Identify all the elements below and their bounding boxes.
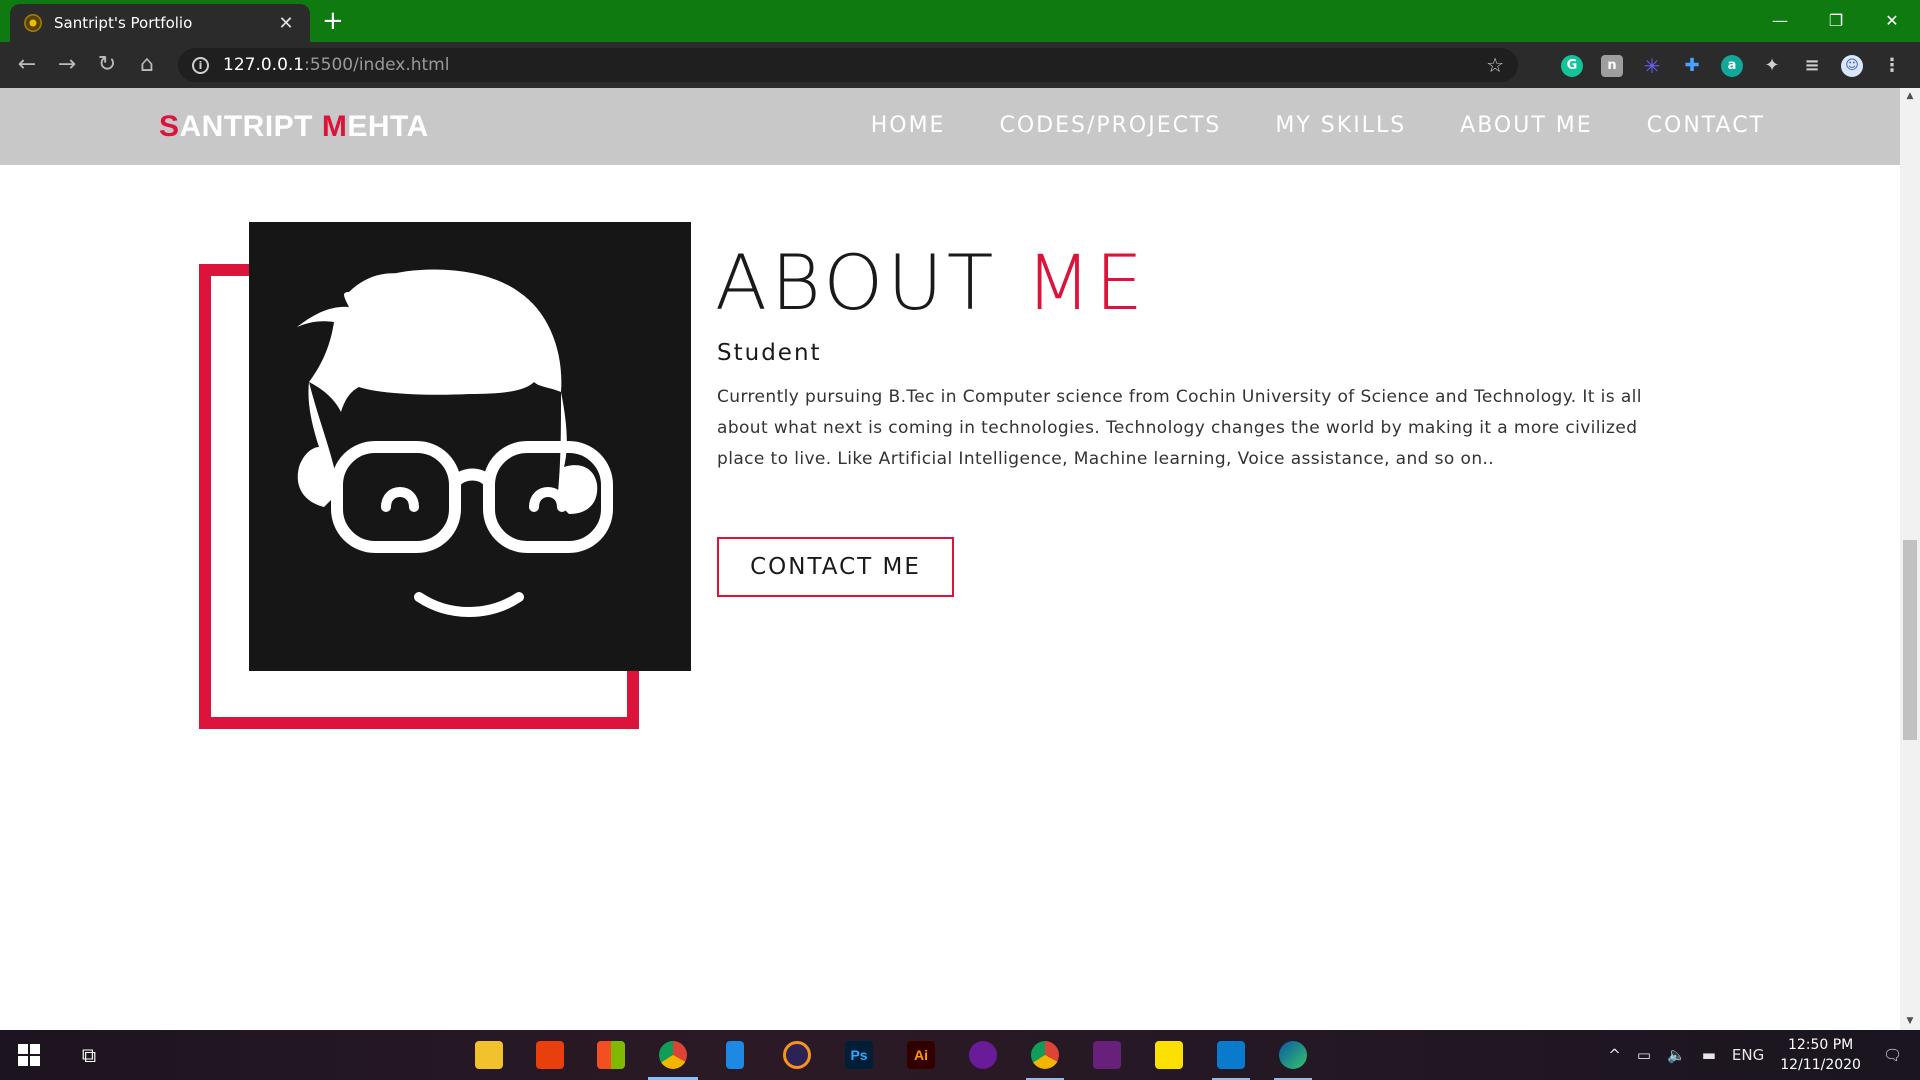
menu-item-my-skills[interactable]: MY SKILLS bbox=[1275, 113, 1406, 138]
brand-last-rest: EHTA bbox=[347, 110, 429, 143]
taskbar-illustrator[interactable]: Ai bbox=[892, 1030, 950, 1080]
clock-date: 12/11/2020 bbox=[1780, 1057, 1861, 1073]
clock[interactable]: 12:50 PM 12/11/2020 bbox=[1780, 1035, 1861, 1075]
brand-first-rest: ANTRIPT bbox=[179, 110, 322, 143]
browser-tab-strip: Santript's Portfolio ✕ + — ❐ ✕ bbox=[0, 0, 1920, 42]
task-view-icon: ⧉ bbox=[81, 1043, 97, 1067]
scroll-up-arrow-icon[interactable]: ▲ bbox=[1900, 88, 1920, 105]
photoshop-icon: Ps bbox=[845, 1041, 873, 1069]
reload-icon[interactable]: ↻ bbox=[94, 52, 120, 78]
role-subtitle: Student bbox=[717, 340, 822, 366]
taskbar-eclipse[interactable] bbox=[768, 1030, 826, 1080]
clock-time: 12:50 PM bbox=[1787, 1037, 1854, 1053]
sparkle-extension-icon[interactable]: ✳ bbox=[1641, 55, 1663, 77]
taskbar-visual-studio[interactable] bbox=[1078, 1030, 1136, 1080]
close-tab-icon[interactable]: ✕ bbox=[276, 13, 296, 34]
start-button[interactable] bbox=[0, 1030, 58, 1080]
minimize-button[interactable]: — bbox=[1752, 0, 1808, 40]
taskbar-vscode[interactable] bbox=[1202, 1030, 1260, 1080]
office-icon bbox=[536, 1041, 564, 1069]
vscode-icon bbox=[1217, 1041, 1245, 1069]
brand-initial-last: M bbox=[321, 110, 348, 143]
about-heading-accent: ME bbox=[1025, 238, 1148, 327]
site-brand[interactable]: SANTRIPT MEHTA bbox=[159, 110, 429, 144]
site-info-icon[interactable]: i bbox=[192, 56, 209, 74]
phone-icon bbox=[726, 1041, 744, 1069]
gamepad-extension-icon[interactable]: ✚ bbox=[1681, 55, 1703, 77]
site-navbar: SANTRIPT MEHTA HOME CODES/PROJECTS MY SK… bbox=[0, 88, 1900, 165]
bookmark-star-icon[interactable]: ☆ bbox=[1486, 53, 1504, 77]
cartoon-face-icon bbox=[297, 269, 613, 617]
brand-initial-first: S bbox=[159, 110, 180, 143]
taskbar-office[interactable] bbox=[521, 1030, 579, 1080]
taskbar-file-explorer[interactable] bbox=[460, 1030, 518, 1080]
extension-icon[interactable]: n bbox=[1601, 55, 1623, 77]
store-icon bbox=[597, 1041, 625, 1069]
podcast-icon bbox=[969, 1041, 997, 1069]
menu-item-about-me[interactable]: ABOUT ME bbox=[1460, 113, 1593, 138]
restore-button[interactable]: ❐ bbox=[1808, 0, 1864, 40]
notifications-icon[interactable]: 🗨 bbox=[1883, 1046, 1902, 1064]
profile-avatar[interactable]: ☺ bbox=[1841, 55, 1863, 77]
menu-item-contact[interactable]: CONTACT bbox=[1647, 113, 1765, 138]
battery-icon[interactable]: ▬ bbox=[1702, 1046, 1716, 1064]
amazon-extension-icon[interactable]: a bbox=[1721, 55, 1743, 77]
about-heading: ABOUT ME bbox=[715, 238, 1147, 327]
back-arrow-icon[interactable]: ← bbox=[14, 52, 40, 78]
taskbar-sticky-notes[interactable] bbox=[1140, 1030, 1198, 1080]
profile-avatar-illustration bbox=[249, 222, 691, 671]
taskbar-chrome[interactable] bbox=[644, 1030, 702, 1080]
show-hidden-icons-chevron-icon[interactable]: ^ bbox=[1608, 1046, 1621, 1064]
folder-icon bbox=[475, 1041, 503, 1069]
browser-toolbar: ← → ↻ ⌂ i 127.0.0.1:5500/index.html ☆ G … bbox=[0, 42, 1920, 88]
browser-menu-icon[interactable]: ⋮ bbox=[1881, 55, 1903, 77]
url-host: 127.0.0.1 bbox=[223, 55, 305, 75]
url-path: :5500/index.html bbox=[304, 55, 450, 75]
sticky-notes-icon bbox=[1155, 1041, 1183, 1069]
close-window-button[interactable]: ✕ bbox=[1864, 0, 1920, 40]
media-queue-icon[interactable]: ≡ bbox=[1801, 55, 1823, 77]
windows-taskbar: ⧉ Ps Ai ^ ▭ 🔈 ▬ ENG 12:50 PM 12/11/2020 … bbox=[0, 1030, 1920, 1080]
taskbar-phone[interactable] bbox=[706, 1030, 764, 1080]
about-heading-main: ABOUT bbox=[715, 238, 1026, 327]
illustrator-icon: Ai bbox=[907, 1041, 935, 1069]
task-view-button[interactable]: ⧉ bbox=[60, 1030, 118, 1080]
chrome-icon bbox=[659, 1041, 687, 1069]
main-menu: HOME CODES/PROJECTS MY SKILLS ABOUT ME C… bbox=[871, 113, 1765, 138]
menu-item-home[interactable]: HOME bbox=[871, 113, 946, 138]
window-controls: — ❐ ✕ bbox=[1752, 0, 1920, 40]
visual-studio-icon bbox=[1093, 1041, 1121, 1069]
tab-title: Santript's Portfolio bbox=[54, 14, 193, 32]
menu-item-codes-projects[interactable]: CODES/PROJECTS bbox=[999, 113, 1221, 138]
network-icon[interactable]: ▭ bbox=[1637, 1046, 1651, 1064]
about-description: Currently pursuing B.Tec in Computer sci… bbox=[717, 387, 1642, 469]
windows-logo-icon bbox=[18, 1044, 40, 1066]
chrome-profile-icon bbox=[1031, 1041, 1059, 1069]
taskbar-store[interactable] bbox=[582, 1030, 640, 1080]
scroll-thumb[interactable] bbox=[1903, 540, 1917, 740]
new-tab-button[interactable]: + bbox=[322, 8, 344, 34]
edge-icon bbox=[1279, 1041, 1307, 1069]
browser-tab[interactable]: Santript's Portfolio ✕ bbox=[10, 4, 310, 42]
forward-arrow-icon[interactable]: → bbox=[54, 52, 80, 78]
eclipse-icon bbox=[783, 1041, 811, 1069]
page-scrollbar[interactable]: ▲ ▼ bbox=[1900, 88, 1920, 1030]
taskbar-chrome-profile[interactable] bbox=[1016, 1030, 1074, 1080]
taskbar-podcast-app[interactable] bbox=[954, 1030, 1012, 1080]
home-icon[interactable]: ⌂ bbox=[134, 52, 160, 78]
taskbar-photoshop[interactable]: Ps bbox=[830, 1030, 888, 1080]
grammarly-extension-icon[interactable]: G bbox=[1561, 55, 1583, 77]
address-bar[interactable]: i 127.0.0.1:5500/index.html ☆ bbox=[178, 48, 1518, 82]
puzzle-extensions-icon[interactable]: ✦ bbox=[1761, 55, 1783, 77]
scroll-down-arrow-icon[interactable]: ▼ bbox=[1900, 1013, 1920, 1030]
system-tray: ^ ▭ 🔈 ▬ ENG 12:50 PM 12/11/2020 🗨 bbox=[1600, 1030, 1920, 1080]
page-viewport: SANTRIPT MEHTA HOME CODES/PROJECTS MY SK… bbox=[0, 88, 1900, 1030]
site-favicon-icon bbox=[24, 14, 42, 32]
taskbar-edge[interactable] bbox=[1264, 1030, 1322, 1080]
contact-me-button[interactable]: CONTACT ME bbox=[717, 537, 954, 597]
language-indicator[interactable]: ENG bbox=[1732, 1046, 1764, 1064]
volume-icon[interactable]: 🔈 bbox=[1667, 1046, 1686, 1064]
